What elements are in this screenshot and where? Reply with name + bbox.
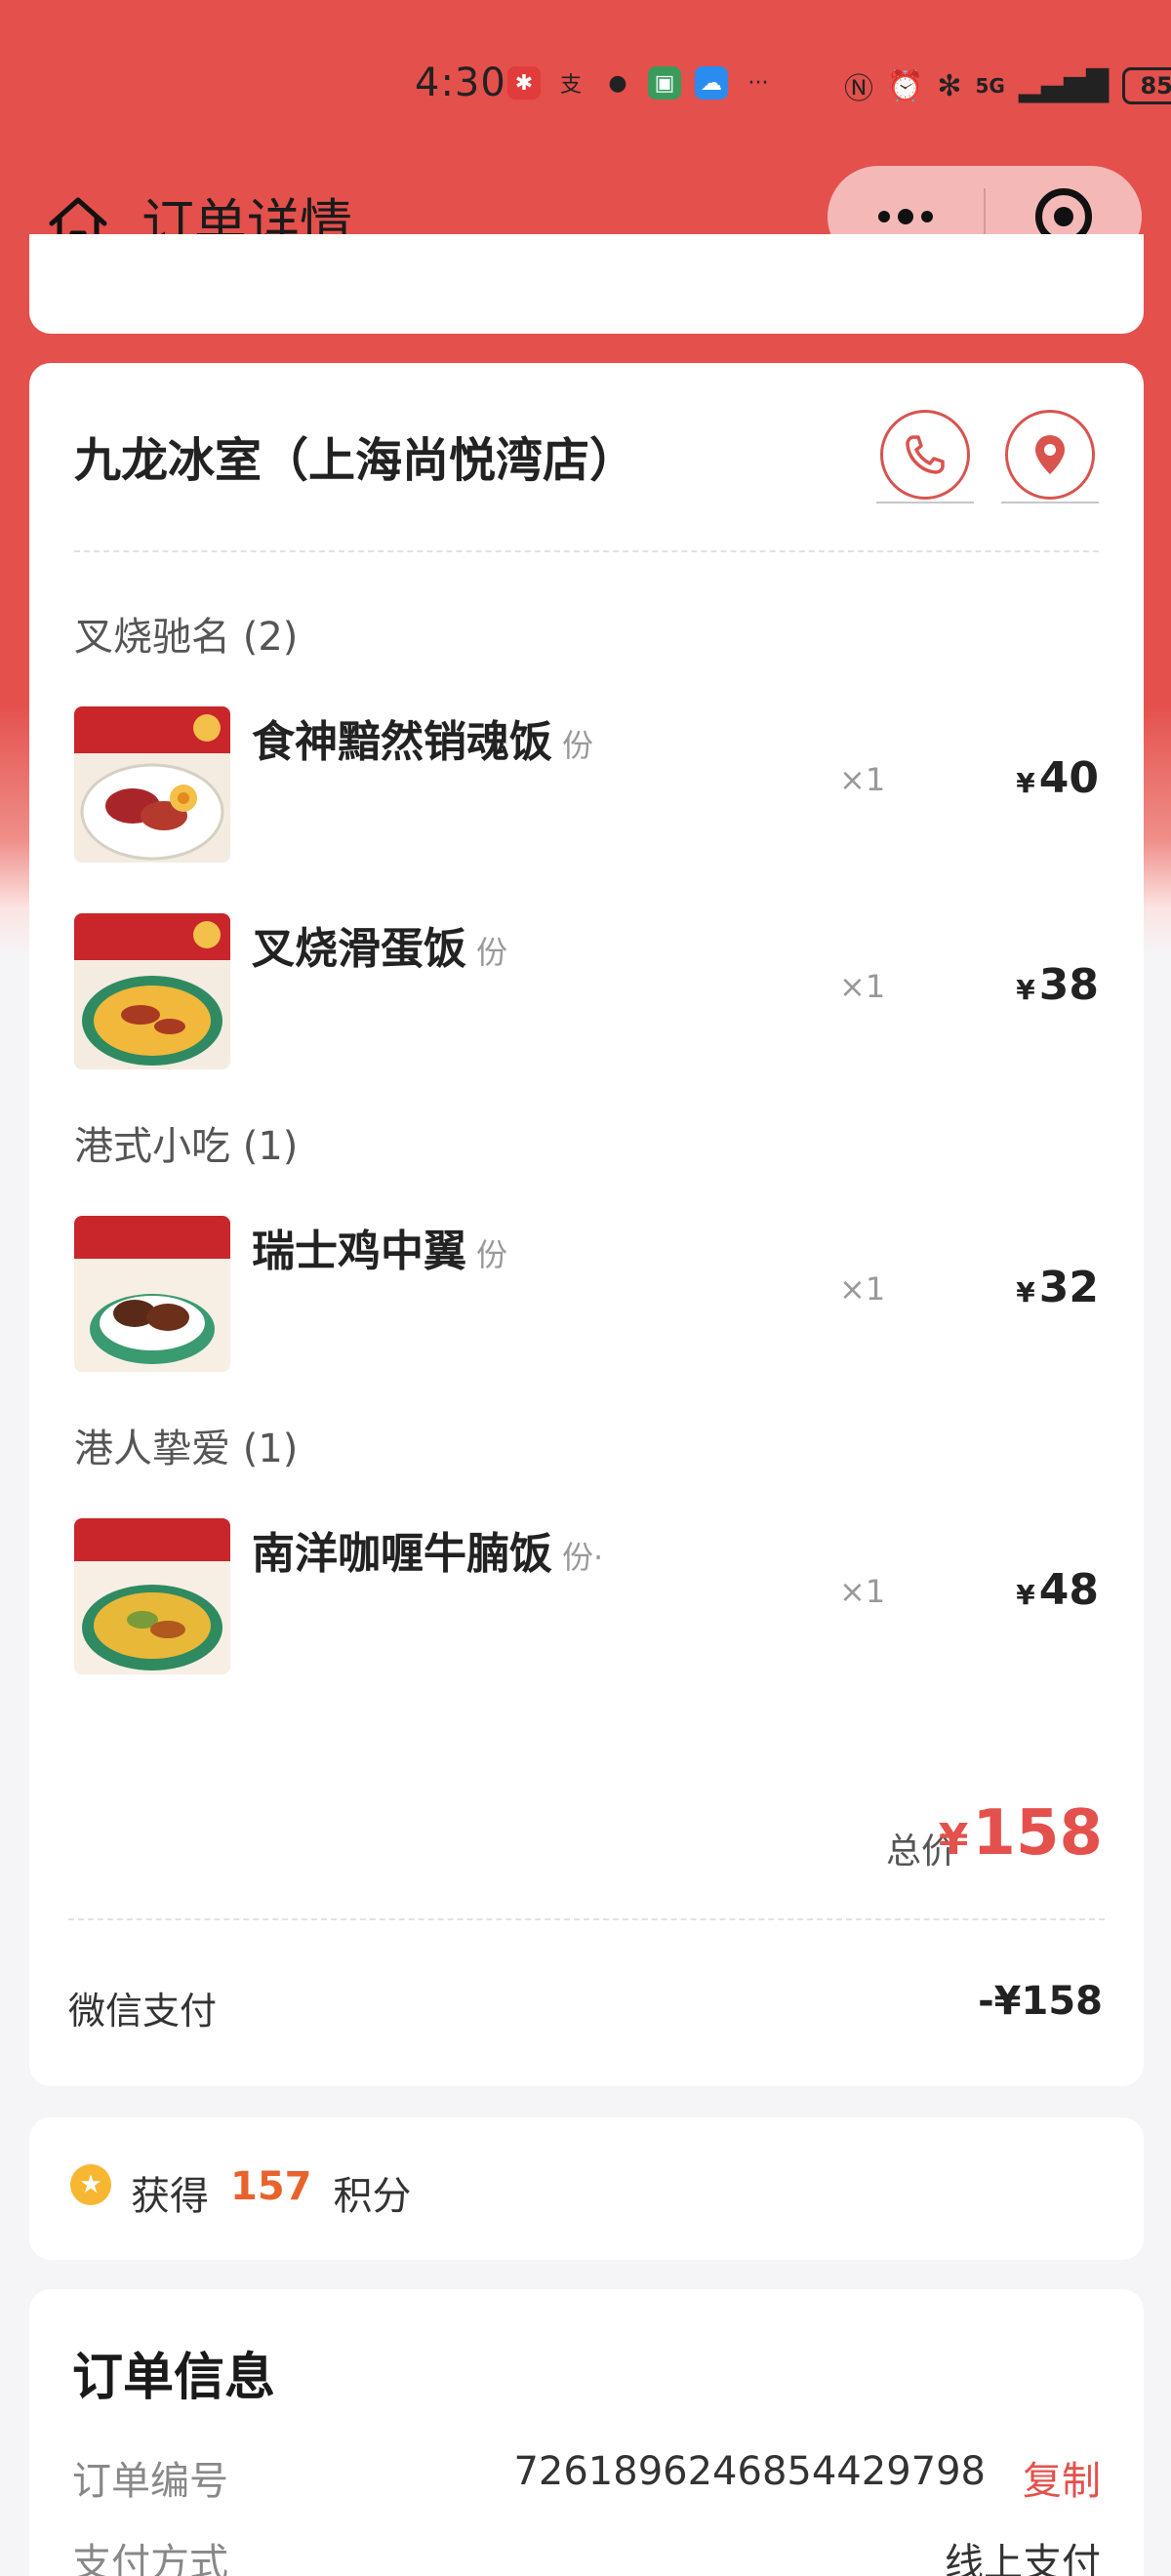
item-name-text: 瑞士鸡中翼 bbox=[252, 1227, 466, 1276]
order-number: 7261896246854429798 bbox=[513, 2449, 986, 2494]
order-info-title: 订单信息 bbox=[72, 2349, 276, 2407]
payment-method: 线上支付 bbox=[945, 2541, 1101, 2576]
more-icon-dot bbox=[898, 209, 913, 224]
item-price-value: 32 bbox=[1038, 1263, 1099, 1312]
item-name-text: 叉烧滑蛋饭 bbox=[252, 924, 466, 974]
item-image[interactable] bbox=[74, 706, 230, 863]
item-quantity: ×1 bbox=[839, 1270, 886, 1308]
copy-button[interactable]: 复制 bbox=[1023, 2449, 1101, 2506]
phone-icon bbox=[906, 435, 945, 474]
item-price: ¥40 bbox=[1016, 753, 1099, 803]
order-info-card: 订单信息 订单编号 7261896246854429798 复制 支付方式 线上… bbox=[29, 2289, 1144, 2576]
alipay-icon: 支 bbox=[559, 73, 582, 98]
payment-method-label: 支付方式 bbox=[72, 2541, 228, 2576]
item-price-value: 48 bbox=[1038, 1565, 1099, 1615]
store-name: 九龙冰室（上海尚悦湾店） bbox=[74, 433, 637, 488]
call-store-button[interactable] bbox=[880, 410, 970, 500]
more-notifications-icon: ··· bbox=[747, 70, 769, 96]
item-name[interactable]: 南洋咖喱牛腩饭 份· bbox=[252, 1518, 603, 1581]
message-icon: ● bbox=[608, 70, 627, 96]
location-button-underline bbox=[1001, 502, 1099, 503]
more-icon-dot bbox=[921, 211, 933, 222]
battery-level: 85 bbox=[1140, 72, 1171, 100]
item-name-text: 食神黯然销魂饭 bbox=[252, 717, 552, 767]
points-text: 获得 157 积分 bbox=[131, 2164, 412, 2221]
item-unit: 份 bbox=[562, 727, 594, 764]
payment-amount: -¥158 bbox=[978, 1979, 1103, 2024]
item-quantity: ×1 bbox=[839, 761, 886, 798]
total-price-value: 158 bbox=[972, 1797, 1103, 1870]
item-name[interactable]: 食神黯然销魂饭份 bbox=[252, 706, 593, 769]
category-title: 叉烧驰名 (2) bbox=[74, 615, 299, 660]
points-suffix: 积分 bbox=[333, 2174, 412, 2219]
food-photo bbox=[74, 1518, 230, 1674]
app-store-icon: ▣ bbox=[648, 66, 681, 100]
divider bbox=[68, 1918, 1105, 1920]
food-photo bbox=[74, 913, 230, 1069]
system-icons: Ⓝ ⏰ ✻ 5G ▂▄▆█ 85 bbox=[844, 64, 1171, 107]
item-name[interactable]: 叉烧滑蛋饭份 bbox=[252, 913, 507, 976]
points-prefix: 获得 bbox=[131, 2174, 209, 2219]
category-title: 港式小吃 (1) bbox=[74, 1124, 299, 1169]
currency-symbol: ¥ bbox=[1016, 1276, 1035, 1308]
signal-5g-icon: 5G bbox=[975, 74, 1005, 98]
item-price-value: 40 bbox=[1038, 753, 1099, 803]
total-price: ¥158 bbox=[939, 1797, 1103, 1870]
previous-card bbox=[29, 234, 1144, 334]
bluetooth-icon: ✻ bbox=[937, 68, 962, 103]
item-name[interactable]: 瑞士鸡中翼份 bbox=[252, 1216, 507, 1278]
more-icon bbox=[878, 211, 890, 222]
item-image[interactable] bbox=[74, 913, 230, 1069]
notification-icons: ✱ 支 ● ▣ ☁ ··· bbox=[507, 66, 775, 100]
points-card: ★ 获得 157 积分 bbox=[29, 2117, 1144, 2260]
nfc-icon: Ⓝ bbox=[844, 72, 873, 106]
payment-label: 微信支付 bbox=[68, 1990, 218, 2033]
item-unit: 份 bbox=[476, 934, 508, 971]
item-quantity: ×1 bbox=[839, 968, 886, 1005]
points-amount: 157 bbox=[230, 2164, 312, 2209]
item-unit: 份 bbox=[476, 1236, 508, 1273]
order-number-label: 订单编号 bbox=[72, 2459, 228, 2504]
category-title: 港人挚爱 (1) bbox=[74, 1427, 299, 1471]
divider bbox=[74, 550, 1099, 552]
item-image[interactable] bbox=[74, 1216, 230, 1372]
currency-symbol: ¥ bbox=[1016, 767, 1035, 799]
item-price-value: 38 bbox=[1038, 960, 1099, 1010]
page: 4:30 ✱ 支 ● ▣ ☁ ··· Ⓝ ⏰ ✻ 5G ▂▄▆█ 85 订单详情 bbox=[0, 0, 1171, 2576]
status-time: 4:30 bbox=[415, 60, 506, 105]
store-location-button[interactable] bbox=[1005, 410, 1095, 500]
item-unit: 份· bbox=[562, 1539, 604, 1576]
currency-symbol: ¥ bbox=[1016, 974, 1035, 1006]
star-coin-icon: ★ bbox=[70, 2164, 111, 2205]
order-card: 九龙冰室（上海尚悦湾店） 叉烧驰名 (2) 食神黯然销魂饭 份 ×1 ¥40 叉… bbox=[29, 363, 1144, 2086]
currency-symbol: ¥ bbox=[1016, 1579, 1035, 1611]
signal-bars-icon: ▂▄▆█ bbox=[1018, 68, 1110, 103]
food-photo bbox=[74, 1216, 230, 1372]
item-price: ¥38 bbox=[1016, 960, 1099, 1010]
alarm-icon: ⏰ bbox=[887, 68, 924, 103]
food-photo bbox=[74, 706, 230, 863]
status-bar: 4:30 ✱ 支 ● ▣ ☁ ··· Ⓝ ⏰ ✻ 5G ▂▄▆█ 85 bbox=[0, 0, 1171, 166]
call-button-underline bbox=[876, 502, 974, 503]
item-quantity: ×1 bbox=[839, 1573, 886, 1610]
item-image[interactable] bbox=[74, 1518, 230, 1674]
item-price: ¥48 bbox=[1016, 1565, 1099, 1615]
weather-icon: ☁ bbox=[695, 66, 728, 100]
app-notification-icon: ✱ bbox=[507, 66, 541, 100]
battery-icon: 85 bbox=[1122, 67, 1171, 104]
location-pin-icon bbox=[1035, 435, 1065, 474]
currency-symbol: ¥ bbox=[938, 1815, 969, 1865]
item-price: ¥32 bbox=[1016, 1263, 1099, 1312]
item-name-text: 南洋咖喱牛腩饭 bbox=[252, 1529, 552, 1579]
